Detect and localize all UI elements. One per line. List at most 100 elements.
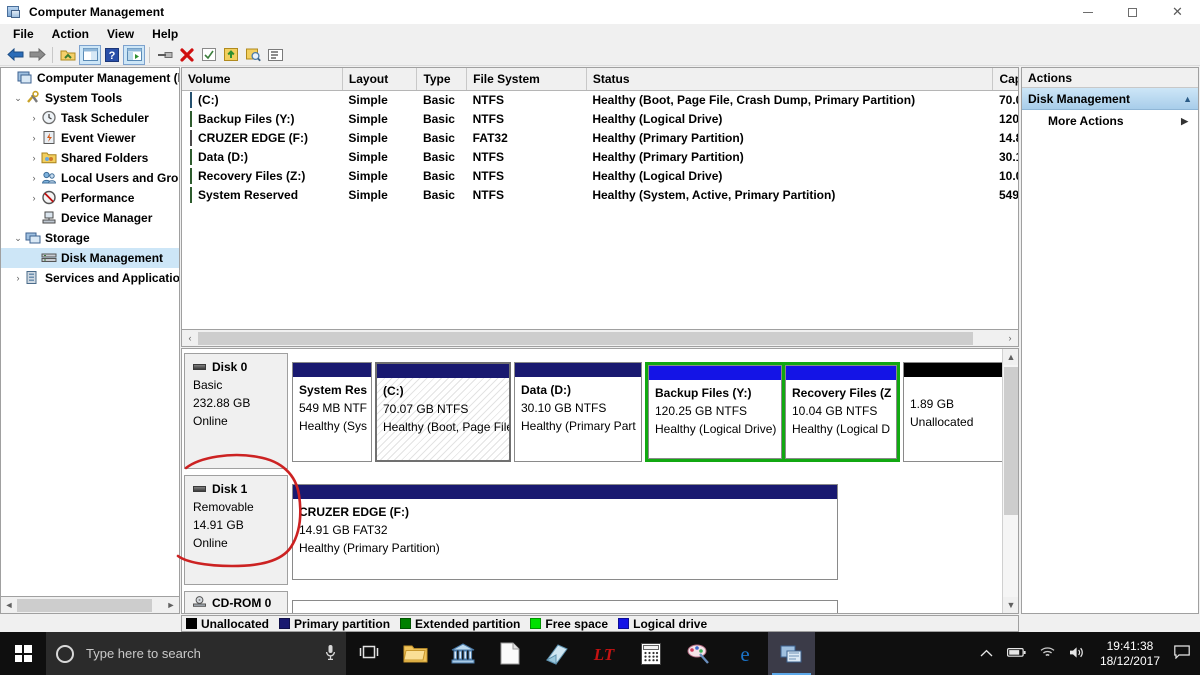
taskbar-app-microsoft-edge[interactable]: e [721,632,768,675]
disk-info-disk-1[interactable]: Disk 1 Removable 14.91 GB Online [184,475,288,585]
disk-row-disk-0[interactable]: Disk 0 Basic 232.88 GB Online System Res [184,353,1003,469]
chevron-right-icon[interactable]: › [27,133,41,143]
console-tree-hscrollbar[interactable]: ◄ ► [0,597,180,614]
partition-system-reserved[interactable]: System Res 549 MB NTF Healthy (Sys [292,362,372,462]
show-hide-console-tree-icon[interactable] [79,45,101,65]
sidebar-item-task-scheduler[interactable]: › Task Scheduler [1,108,179,128]
show-hide-action-pane-icon[interactable] [123,45,145,65]
forward-icon[interactable] [26,45,48,65]
maximize-button[interactable] [1110,0,1155,24]
menu-file[interactable]: File [4,25,43,43]
back-icon[interactable] [4,45,26,65]
taskbar-app-bank[interactable] [439,632,486,675]
properties-icon[interactable] [154,45,176,65]
notifications-icon[interactable] [1174,645,1190,663]
scroll-left-icon[interactable]: ‹ [182,331,198,346]
taskbar-app-calculator[interactable] [627,632,674,675]
search-input[interactable]: Type here to search [86,646,325,661]
sidebar-item-device-manager[interactable]: Device Manager [1,208,179,228]
table-row[interactable]: CRUZER EDGE (F:) Simple Basic FAT32 Heal… [182,128,1019,147]
sidebar-item-shared-folders[interactable]: › Shared Folders [1,148,179,168]
taskbar-clock[interactable]: 19:41:38 18/12/2017 [1100,639,1160,669]
microphone-icon[interactable] [325,644,336,664]
taskbar-search-box[interactable]: Type here to search [46,632,346,675]
list-view-icon[interactable] [264,45,286,65]
menu-help[interactable]: Help [143,25,187,43]
partition-c[interactable]: (C:) 70.07 GB NTFS Healthy (Boot, Page F… [375,362,511,462]
column-header-file-system[interactable]: File System [467,68,587,90]
export-list-icon[interactable] [220,45,242,65]
partition-unallocated[interactable]: 1.89 GB Unallocated [903,362,1003,462]
checkbox-icon[interactable] [198,45,220,65]
column-header-volume[interactable]: Volume [182,68,342,90]
menu-view[interactable]: View [98,25,143,43]
battery-icon[interactable] [1007,646,1026,661]
table-row[interactable]: (C:) Simple Basic NTFS Healthy (Boot, Pa… [182,90,1019,109]
close-button[interactable]: ✕ [1155,0,1200,24]
sidebar-item-event-viewer[interactable]: › Event Viewer [1,128,179,148]
column-header-type[interactable]: Type [417,68,467,90]
partition-data-d[interactable]: Data (D:) 30.10 GB NTFS Healthy (Primary… [514,362,642,462]
sidebar-item-local-users-and-groups[interactable]: › Local Users and Gro [1,168,179,188]
scroll-down-icon[interactable]: ▼ [1003,597,1019,613]
column-header-status[interactable]: Status [586,68,993,90]
sidebar-item-disk-management[interactable]: Disk Management [1,248,179,268]
taskbar-app-lt[interactable]: LT [580,632,627,675]
console-tree[interactable]: Computer Management (l ⌄ System Tools › … [0,67,180,597]
partition-recovery-files-z[interactable]: Recovery Files (Z 10.04 GB NTFS Healthy … [785,365,897,459]
extended-partition-group[interactable]: Backup Files (Y:) 120.25 GB NTFS Healthy… [645,362,900,462]
scroll-left-icon[interactable]: ◄ [1,598,17,613]
wifi-icon[interactable] [1040,646,1055,661]
taskbar-app-file-explorer[interactable] [392,632,439,675]
delete-icon[interactable] [176,45,198,65]
taskbar-app-document[interactable] [486,632,533,675]
chevron-down-icon[interactable]: ⌄ [11,93,25,104]
tree-root-computer-management[interactable]: Computer Management (l [1,68,179,88]
volume-list[interactable]: Volume Layout Type File System Status Ca… [181,67,1019,330]
disk-row-cd-rom-0[interactable]: CD-ROM 0 [184,591,841,613]
scroll-right-icon[interactable]: ► [163,598,179,613]
scroll-thumb[interactable] [1004,367,1018,515]
scroll-thumb[interactable] [17,599,152,612]
table-row[interactable]: Recovery Files (Z:) Simple Basic NTFS He… [182,166,1019,185]
taskbar-app-paint[interactable] [674,632,721,675]
show-hidden-icons-icon[interactable] [980,646,993,661]
minimize-button[interactable] [1065,0,1110,24]
taskbar-app-computer-management[interactable] [768,632,815,675]
rescan-disks-icon[interactable] [242,45,264,65]
actions-group-disk-management[interactable]: Disk Management ▲ [1022,88,1198,110]
scroll-track[interactable] [17,598,163,613]
table-row[interactable]: Data (D:) Simple Basic NTFS Healthy (Pri… [182,147,1019,166]
sidebar-item-performance[interactable]: › Performance [1,188,179,208]
table-row[interactable]: System Reserved Simple Basic NTFS Health… [182,185,1019,204]
scroll-thumb[interactable] [198,332,973,345]
partition-backup-files-y[interactable]: Backup Files (Y:) 120.25 GB NTFS Healthy… [648,365,782,459]
disk-view-vscrollbar[interactable]: ▲ ▼ [1002,349,1018,613]
chevron-down-icon[interactable]: ⌄ [11,233,25,244]
chevron-up-icon[interactable]: ▲ [1183,94,1192,104]
table-row[interactable]: Backup Files (Y:) Simple Basic NTFS Heal… [182,109,1019,128]
disk-info-disk-0[interactable]: Disk 0 Basic 232.88 GB Online [184,353,288,469]
column-header-capacity[interactable]: Capacity [993,68,1019,90]
scroll-up-icon[interactable]: ▲ [1003,349,1019,365]
chevron-right-icon[interactable]: › [27,193,41,203]
taskbar-app-notes[interactable] [533,632,580,675]
scroll-right-icon[interactable]: › [1002,331,1018,346]
sidebar-item-system-tools[interactable]: ⌄ System Tools [1,88,179,108]
partition-cd-rom[interactable] [292,600,838,613]
up-folder-icon[interactable] [57,45,79,65]
graphical-disk-view[interactable]: Disk 0 Basic 232.88 GB Online System Res [181,348,1019,614]
disk-info-cd-rom-0[interactable]: CD-ROM 0 [184,591,288,613]
chevron-right-icon[interactable]: › [11,273,25,283]
action-more-actions[interactable]: More Actions ▶ [1022,110,1198,132]
help-icon[interactable]: ? [101,45,123,65]
partition-cruzer-edge-f[interactable]: CRUZER EDGE (F:) 14.91 GB FAT32 Healthy … [292,484,838,580]
scroll-track[interactable] [198,331,1002,346]
volume-list-hscrollbar[interactable]: ‹ › [181,330,1019,347]
task-view-button[interactable] [346,632,392,675]
cortana-icon[interactable] [56,645,74,663]
sidebar-item-services-and-applications[interactable]: › Services and Applicatio [1,268,179,288]
menu-action[interactable]: Action [43,25,98,43]
volume-icon[interactable] [1069,646,1085,662]
chevron-right-icon[interactable]: › [27,153,41,163]
